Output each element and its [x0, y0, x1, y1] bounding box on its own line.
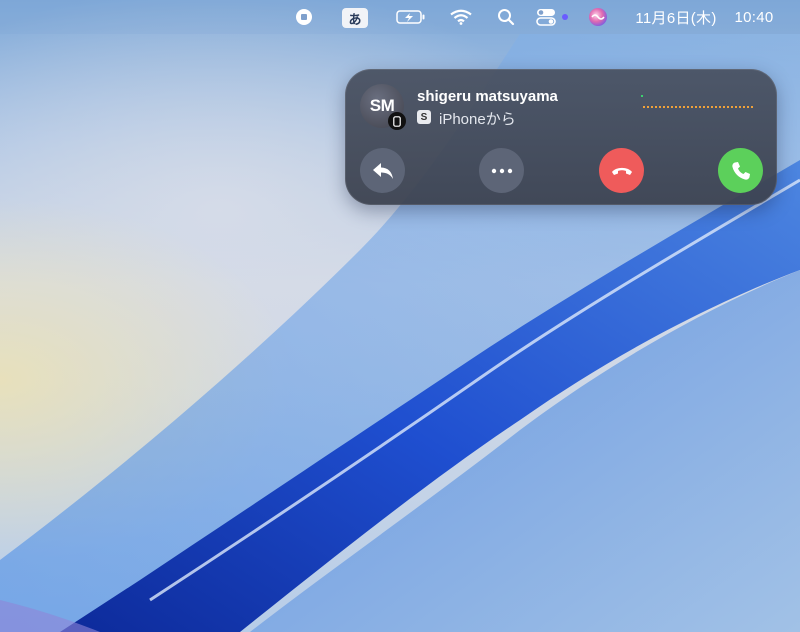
accept-phone-icon	[731, 161, 750, 180]
desktop-wallpaper: あ 11月6日(木) 10:40 SM shigeru matsuyama S	[0, 0, 800, 632]
accept-call-button[interactable]	[718, 148, 763, 193]
menu-bar: あ 11月6日(木) 10:40	[0, 0, 800, 34]
more-icon	[491, 168, 512, 173]
menubar-date[interactable]: 11月6日(木)	[628, 0, 724, 34]
input-source-icon[interactable]: あ	[342, 8, 368, 28]
wifi-icon[interactable]	[449, 0, 473, 34]
decline-phone-icon	[611, 167, 632, 175]
iphone-device-icon	[388, 112, 406, 130]
siri-icon[interactable]	[587, 0, 609, 34]
screen-recording-stop-icon[interactable]	[294, 0, 314, 34]
caller-name: shigeru matsuyama	[417, 88, 558, 105]
spotlight-search-icon[interactable]	[496, 0, 516, 34]
mic-in-use-indicator	[561, 0, 569, 34]
decline-call-button[interactable]	[599, 148, 644, 193]
menubar-time[interactable]: 10:40	[730, 0, 778, 34]
incoming-call-notification[interactable]: SM shigeru matsuyama S iPhoneから	[345, 69, 777, 205]
more-options-button[interactable]	[479, 148, 524, 193]
reply-icon	[372, 162, 393, 179]
call-source-label: iPhoneから	[439, 111, 516, 128]
battery-charging-icon[interactable]	[395, 0, 427, 34]
app-badge-icon: S	[417, 110, 431, 124]
control-center-icon[interactable]	[535, 0, 557, 34]
reply-button[interactable]	[360, 148, 405, 193]
audio-waveform-icon	[641, 95, 755, 108]
